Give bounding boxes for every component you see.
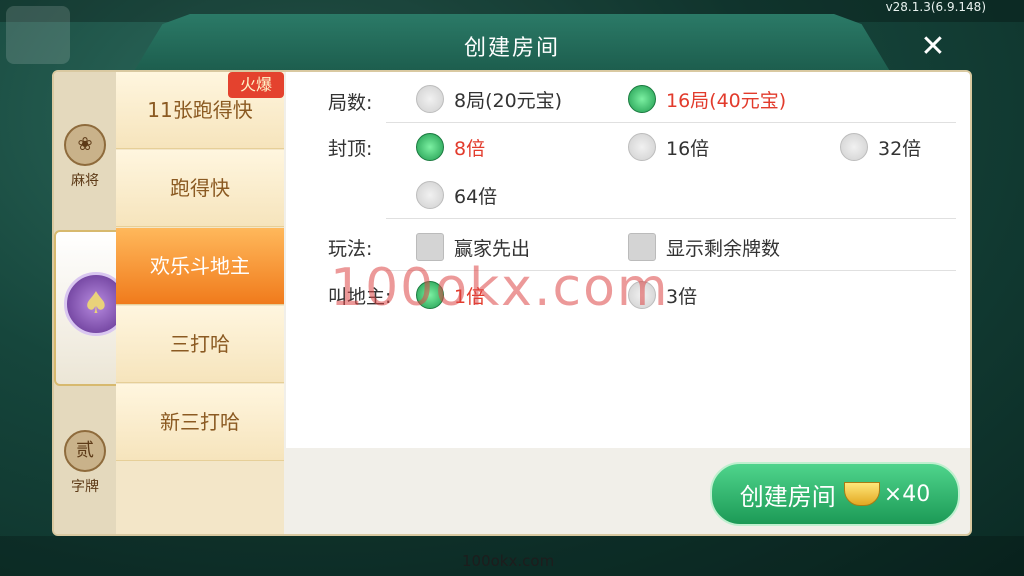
gold-ingot-icon xyxy=(843,482,880,506)
rounds-option-16[interactable]: 16局(40元宝) xyxy=(628,84,786,114)
close-button[interactable]: ✕ xyxy=(916,30,950,64)
rounds-label: 局数: xyxy=(328,92,373,114)
hot-badge: 火爆 xyxy=(228,72,284,98)
category-label: 麻将 xyxy=(71,173,99,189)
game-item[interactable]: 三打哈 xyxy=(116,306,284,383)
option-label: 64倍 xyxy=(454,185,498,208)
cap-option-32x[interactable]: 32倍 xyxy=(840,132,921,162)
game-label: 11张跑得快 xyxy=(147,98,253,122)
checkbox-icon xyxy=(416,233,444,261)
create-room-button[interactable]: 创建房间 ×40 xyxy=(710,462,960,526)
version-label: v28.1.3(6.9.148) xyxy=(885,0,986,14)
rounds-option-8[interactable]: 8局(20元宝) xyxy=(416,84,562,114)
dialog-title: 创建房间 xyxy=(463,36,560,61)
cap-option-64x[interactable]: 64倍 xyxy=(416,180,497,210)
category-mahjong[interactable]: ❀ 麻将 xyxy=(54,124,116,190)
radio-icon xyxy=(416,85,444,113)
game-item[interactable]: 跑得快 xyxy=(116,150,284,227)
option-label: 16倍 xyxy=(666,137,710,160)
mahjong-icon: ❀ xyxy=(64,124,106,166)
divider xyxy=(386,218,956,219)
option-label: 32倍 xyxy=(878,137,922,160)
radio-icon xyxy=(628,133,656,161)
game-item[interactable]: 新三打哈 xyxy=(116,384,284,461)
divider xyxy=(386,122,956,123)
radio-icon xyxy=(840,133,868,161)
option-label: 赢家先出 xyxy=(454,237,531,260)
game-label: 新三打哈 xyxy=(160,410,240,434)
option-label: 显示剩余牌数 xyxy=(666,237,781,260)
game-label: 欢乐斗地主 xyxy=(150,254,250,278)
radio-icon xyxy=(416,181,444,209)
category-zipai[interactable]: 贰 字牌 xyxy=(54,430,116,496)
cap-option-16x[interactable]: 16倍 xyxy=(628,132,709,162)
game-label: 三打哈 xyxy=(170,332,230,356)
radio-selected-icon xyxy=(628,85,656,113)
option-label: 8倍 xyxy=(454,137,486,160)
footer-watermark: 100okx.com xyxy=(462,552,555,570)
play-label: 玩法: xyxy=(328,238,373,260)
cap-option-8x[interactable]: 8倍 xyxy=(416,132,485,162)
option-label: 3倍 xyxy=(666,285,698,308)
category-label: 字牌 xyxy=(71,479,99,495)
radio-selected-icon xyxy=(416,133,444,161)
game-item[interactable]: 11张跑得快 火爆 xyxy=(116,72,284,149)
game-list: 11张跑得快 火爆 跑得快 欢乐斗地主 三打哈 新三打哈 xyxy=(116,72,284,534)
create-room-label: 创建房间 xyxy=(739,482,836,511)
watermark: 100okx.com xyxy=(330,258,670,318)
create-room-cost: ×40 xyxy=(883,481,931,507)
option-label: 16局(40元宝) xyxy=(666,89,787,112)
checkbox-icon xyxy=(628,233,656,261)
game-item-selected[interactable]: 欢乐斗地主 xyxy=(116,228,284,305)
zipai-icon: 贰 xyxy=(64,430,106,472)
game-label: 跑得快 xyxy=(170,176,230,200)
option-label: 8局(20元宝) xyxy=(454,89,563,112)
cap-label: 封顶: xyxy=(328,138,373,160)
